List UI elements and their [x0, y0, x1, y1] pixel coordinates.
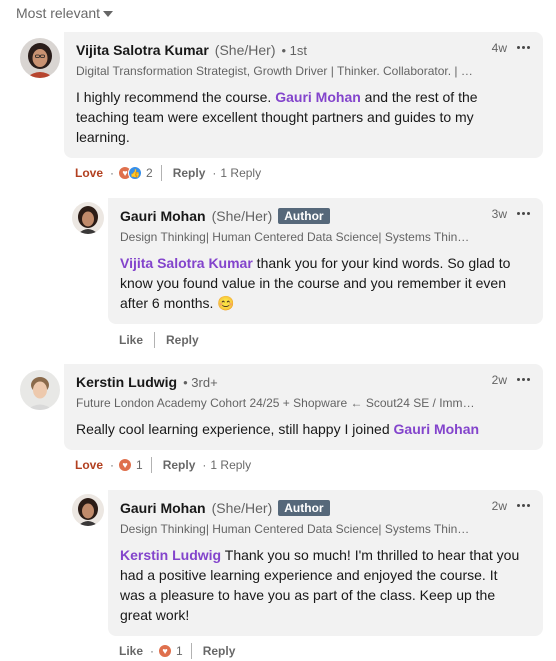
more-options-icon[interactable] — [513, 372, 533, 386]
caret-down-icon — [103, 10, 114, 17]
pronouns: (She/Her) — [211, 500, 273, 516]
more-options-icon[interactable] — [513, 40, 533, 54]
comment-text: I highly recommend the course. Gauri Moh… — [76, 89, 478, 145]
timestamp: 4w — [491, 41, 507, 55]
timestamp: 2w — [491, 373, 507, 387]
mention-link[interactable]: Kerstin Ludwig — [120, 547, 221, 563]
author-name[interactable]: Gauri Mohan — [120, 500, 206, 516]
pronouns: (She/Her) — [211, 208, 273, 224]
avatar[interactable] — [72, 494, 104, 526]
reaction-count[interactable]: 1 — [136, 458, 143, 472]
like-button[interactable]: Like — [116, 644, 146, 658]
reactions-summary[interactable]: ♥ — [158, 644, 173, 658]
comment-bubble: Kerstin Ludwig • 3rd+ Future London Acad… — [64, 364, 543, 450]
avatar[interactable] — [72, 202, 104, 234]
author-badge: Author — [278, 208, 330, 224]
reply-button[interactable]: Reply — [160, 458, 199, 472]
mention-link[interactable]: Vijita Salotra Kumar — [120, 255, 253, 271]
reply-text: Kerstin Ludwig Thank you so much! I'm th… — [120, 547, 520, 623]
author-name[interactable]: Gauri Mohan — [120, 208, 206, 224]
avatar[interactable] — [20, 38, 60, 78]
reaction-count[interactable]: 2 — [146, 166, 153, 180]
reply-button[interactable]: Reply — [200, 644, 239, 658]
timestamp: 3w — [491, 207, 507, 221]
divider — [150, 457, 152, 473]
sort-label: Most relevant — [16, 5, 101, 21]
like-button[interactable]: Like — [116, 333, 146, 347]
author-name[interactable]: Kerstin Ludwig — [76, 374, 177, 390]
author-badge: Author — [278, 500, 330, 516]
avatar[interactable] — [20, 370, 60, 410]
reply-bubble: Gauri Mohan (She/Her) Author Design Thin… — [108, 198, 543, 324]
comment-actions: Love · ♥ 1 Reply · 1 Reply — [72, 457, 251, 473]
sort-dropdown[interactable]: Most relevant — [16, 5, 114, 21]
divider — [154, 332, 156, 348]
author-headline: Design Thinking| Human Centered Data Sci… — [120, 522, 475, 536]
reactions-summary[interactable]: ♥ 👍 — [118, 166, 143, 180]
reaction-count[interactable]: 1 — [176, 644, 183, 658]
author-headline: Future London Academy Cohort 24/25 + Sho… — [76, 396, 476, 410]
comment-text: Really cool learning experience, still h… — [76, 421, 480, 437]
like-reaction-icon: 👍 — [128, 166, 143, 180]
love-button[interactable]: Love — [72, 458, 106, 472]
pronouns: (She/Her) — [214, 42, 276, 58]
reply-button[interactable]: Reply — [170, 166, 209, 180]
mention-link[interactable]: Gauri Mohan — [394, 421, 480, 437]
divider — [160, 165, 162, 181]
reactions-summary[interactable]: ♥ — [118, 458, 133, 472]
connection-degree: • 1st — [281, 42, 307, 58]
replies-count[interactable]: 1 Reply — [210, 458, 251, 472]
author-name[interactable]: Vijita Salotra Kumar — [76, 42, 209, 58]
timestamp: 2w — [491, 499, 507, 513]
mention-link[interactable]: Gauri Mohan — [275, 89, 361, 105]
more-options-icon[interactable] — [513, 206, 533, 220]
reply-bubble: Gauri Mohan (She/Her) Author Design Thin… — [108, 490, 543, 636]
reply-button[interactable]: Reply — [163, 333, 202, 347]
replies-count[interactable]: 1 Reply — [220, 166, 261, 180]
love-reaction-icon: ♥ — [158, 644, 173, 658]
love-button[interactable]: Love — [72, 166, 106, 180]
author-headline: Digital Transformation Strategist, Growt… — [76, 64, 476, 78]
comment-actions: Love · ♥ 👍 2 Reply · 1 Reply — [72, 165, 261, 181]
connection-degree: • 3rd+ — [183, 374, 218, 390]
author-headline: Design Thinking| Human Centered Data Sci… — [120, 230, 475, 244]
divider — [190, 643, 192, 659]
more-options-icon[interactable] — [513, 498, 533, 512]
love-reaction-icon: ♥ — [118, 458, 133, 472]
reply-actions: Like Reply — [116, 332, 202, 348]
comment-bubble: Vijita Salotra Kumar (She/Her) • 1st Dig… — [64, 32, 543, 158]
reply-actions: Like · ♥ 1 Reply — [116, 643, 238, 659]
reply-text: Vijita Salotra Kumar thank you for your … — [120, 255, 511, 311]
